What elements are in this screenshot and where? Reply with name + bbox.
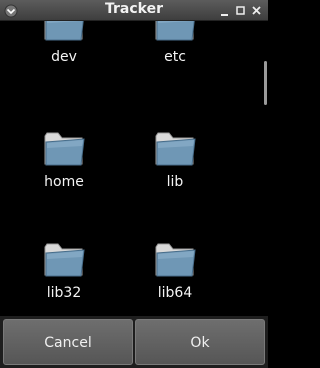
close-icon[interactable] bbox=[250, 3, 264, 17]
folder-item-lib[interactable]: lib bbox=[120, 128, 230, 190]
folder-item-dev[interactable]: dev bbox=[9, 21, 119, 65]
window-controls bbox=[218, 3, 264, 17]
folder-icon bbox=[155, 243, 196, 277]
folder-icon bbox=[155, 132, 196, 166]
folder-item-lib32[interactable]: lib32 bbox=[9, 239, 119, 301]
folder-label: home bbox=[44, 174, 84, 190]
folder-view[interactable]: dev etc home lib lib32 lib64 bbox=[0, 21, 264, 316]
folder-label: lib64 bbox=[157, 285, 193, 301]
folder-item-lib64[interactable]: lib64 bbox=[120, 239, 230, 301]
folder-label: dev bbox=[51, 49, 77, 65]
folder-icon bbox=[44, 243, 85, 277]
ok-button[interactable]: Ok bbox=[135, 319, 265, 365]
folder-label: lib32 bbox=[46, 285, 82, 301]
maximize-icon[interactable] bbox=[234, 3, 248, 17]
folder-label: lib bbox=[166, 174, 184, 190]
minimize-icon[interactable] bbox=[218, 3, 232, 17]
vertical-scrollbar[interactable] bbox=[264, 21, 268, 316]
folder-label: etc bbox=[164, 49, 186, 65]
dialog-button-bar: Cancel Ok bbox=[0, 316, 268, 368]
folder-item-etc[interactable]: etc bbox=[120, 21, 230, 65]
file-chooser-window: Tracker dev etc home lib lib32 lib64 Can… bbox=[0, 0, 268, 368]
cancel-button[interactable]: Cancel bbox=[3, 319, 133, 365]
folder-icon bbox=[44, 132, 85, 166]
scrollbar-thumb[interactable] bbox=[264, 61, 267, 105]
title-bar[interactable]: Tracker bbox=[0, 0, 268, 21]
folder-icon bbox=[44, 21, 84, 41]
folder-item-home[interactable]: home bbox=[9, 128, 119, 190]
folder-icon bbox=[155, 21, 195, 41]
